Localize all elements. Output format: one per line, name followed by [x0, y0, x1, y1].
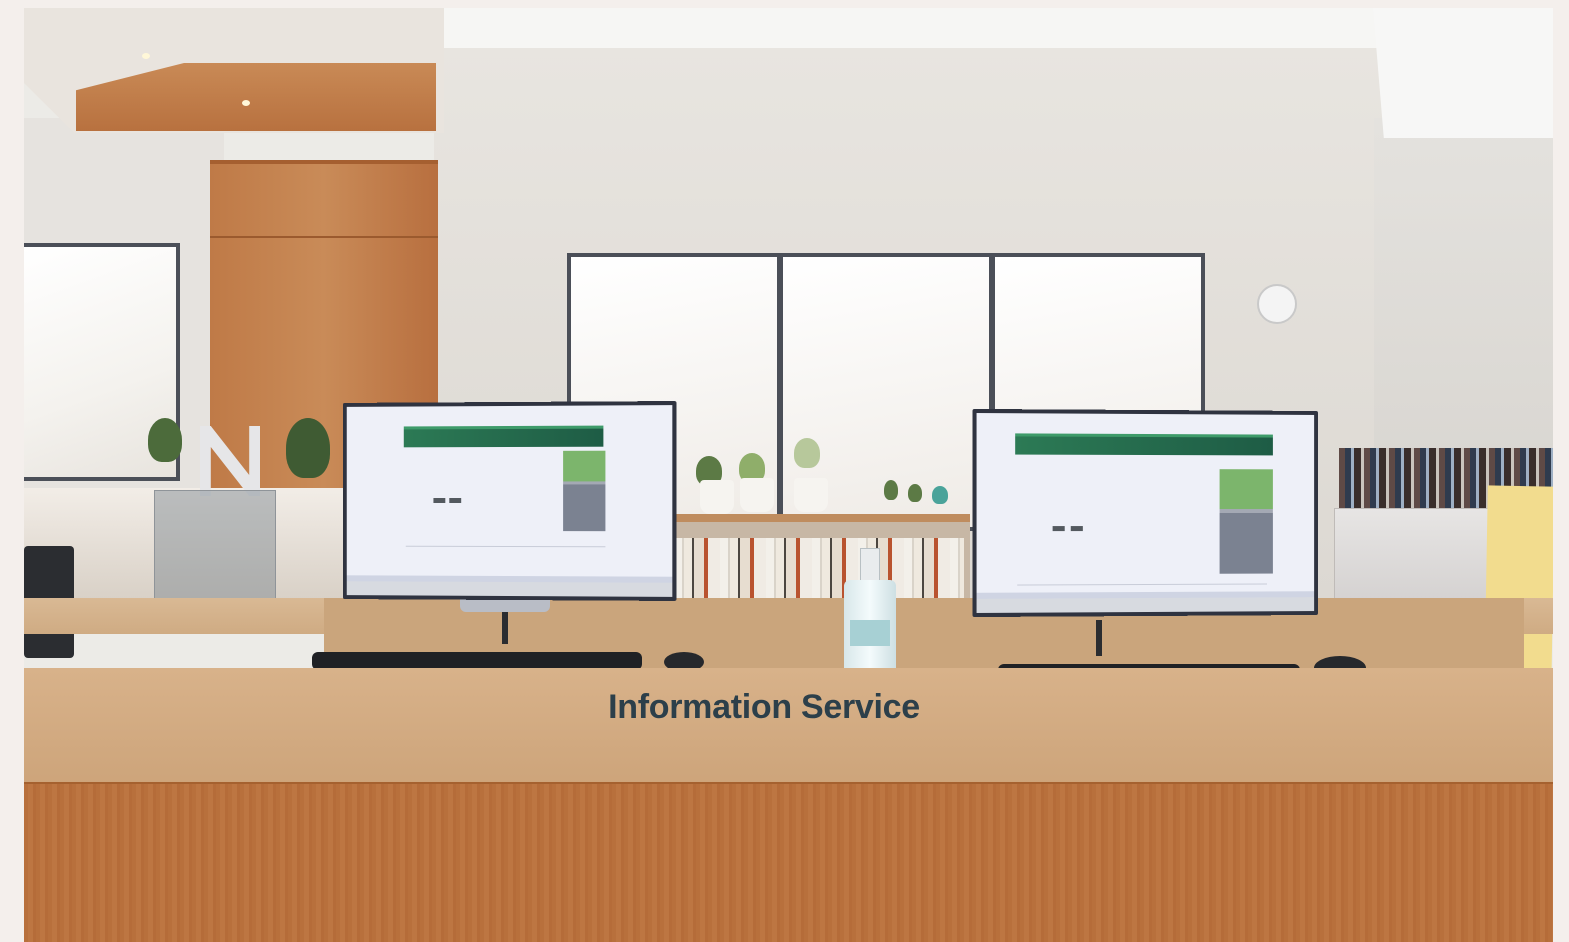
counter-front-panel	[24, 784, 1553, 942]
website-header-bar	[403, 425, 604, 448]
counter-face	[24, 668, 1553, 786]
website-sidebar	[1219, 469, 1273, 574]
glass-partition	[154, 490, 276, 602]
smoke-detector-icon	[1257, 284, 1297, 324]
monitor-stand-neck	[1096, 620, 1102, 656]
website-footer-line	[405, 545, 606, 548]
plant-pot	[740, 478, 774, 512]
left-monitor	[342, 401, 677, 601]
cactus-icon	[908, 484, 922, 502]
website-button	[1070, 526, 1083, 532]
website-sidebar	[563, 450, 606, 532]
cactus-icon	[884, 480, 898, 500]
left-monitor-screen	[346, 405, 673, 583]
plant-icon	[286, 418, 330, 478]
plant-icon	[794, 438, 820, 468]
information-service-sign: Information Service	[608, 688, 920, 726]
ceiling-right-soffit	[1373, 8, 1553, 138]
website-footer-line	[1017, 583, 1267, 586]
website-button	[1052, 526, 1065, 532]
sanitizer-pump	[860, 548, 880, 584]
plant-pot	[794, 478, 828, 512]
plant-icon	[148, 418, 182, 462]
right-monitor-screen	[976, 413, 1315, 599]
wood-panel-seam	[210, 236, 438, 238]
website-header-bar	[1015, 433, 1273, 456]
website-button	[449, 498, 462, 503]
ceiling-light-icon	[142, 53, 150, 59]
shelf-top-board	[670, 514, 970, 522]
monitor-bezel	[976, 597, 1315, 613]
right-monitor	[972, 408, 1319, 618]
cactus-icon	[932, 486, 948, 504]
ceiling-light-icon	[242, 100, 250, 106]
monitor-bezel	[346, 581, 673, 597]
website-button	[433, 498, 446, 503]
plant-pot	[700, 480, 734, 514]
monitor-stand-neck	[502, 608, 508, 644]
sanitizer-label	[850, 620, 890, 646]
photo-scene: Information Service	[24, 8, 1553, 942]
